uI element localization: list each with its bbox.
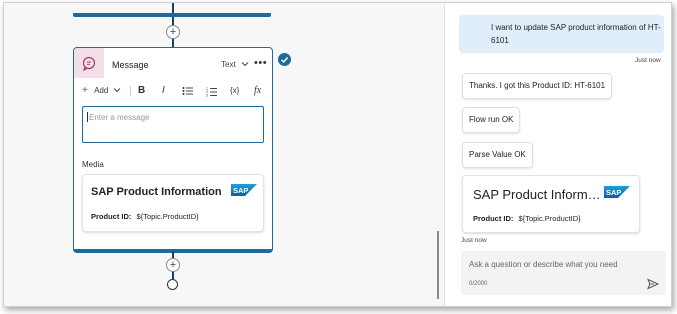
checkmark-icon: [278, 53, 291, 66]
numbered-list-button[interactable]: 1 2 3: [206, 84, 217, 98]
svg-text:3: 3: [206, 94, 208, 98]
insert-formula-button[interactable]: fx: [254, 84, 261, 98]
message-type-dropdown[interactable]: Text: [221, 60, 249, 69]
media-label: Media: [82, 160, 104, 169]
message-node[interactable]: Message Text ••• + Add B I 1 2 3 {x} fx …: [73, 47, 273, 253]
end-node: [167, 279, 178, 290]
message-input[interactable]: Enter a message: [82, 106, 264, 143]
screenshot-frame: + Message Text ••• + Add B I 1 2 3 {x} f…: [3, 2, 672, 307]
message-type-label: Text: [221, 60, 236, 69]
chat-input[interactable]: Ask a question or describe what you need…: [461, 251, 666, 295]
italic-button[interactable]: I: [162, 84, 165, 98]
message-placeholder: Enter a message: [89, 113, 150, 122]
add-node-button-bottom[interactable]: +: [166, 258, 180, 272]
send-icon[interactable]: [647, 278, 659, 290]
toolbar-divider: [130, 86, 131, 96]
svg-text:SAP: SAP: [233, 186, 248, 195]
product-id-label: Product ID:: [473, 214, 514, 223]
text-cursor: [87, 112, 88, 122]
user-message-time: Just now: [635, 57, 661, 64]
product-id-label: Product ID:: [91, 212, 132, 221]
bot-message-3: Parse Value OK: [462, 142, 533, 168]
card-product-field: Product ID: ${Topic.ProductID}: [91, 212, 199, 221]
add-button[interactable]: + Add: [82, 84, 121, 98]
numbered-list-icon: 1 2 3: [206, 87, 217, 98]
bot-message-text: Parse Value OK: [469, 150, 526, 159]
bot-message-time: Just now: [461, 237, 487, 244]
bot-adaptive-card: SAP Product Inform… SAP Product ID: ${To…: [462, 175, 640, 233]
card-product-field: Product ID: ${Topic.ProductID}: [473, 214, 581, 223]
more-options-button[interactable]: •••: [254, 57, 267, 69]
user-message-bubble: I want to update SAP product information…: [459, 15, 664, 53]
card-title: SAP Product Inform…: [473, 187, 601, 202]
test-chat-panel: I want to update SAP product information…: [437, 3, 671, 306]
previous-node-bottom: [73, 13, 271, 17]
chevron-down-icon: [113, 88, 120, 93]
canvas-scrollbar[interactable]: [437, 231, 439, 299]
character-counter: 0/2000: [469, 281, 488, 287]
bot-message-text: Flow run OK: [469, 115, 514, 124]
bot-message-2: Flow run OK: [462, 107, 521, 133]
bullet-list-icon: [182, 87, 193, 95]
message-icon: [82, 56, 96, 72]
chevron-down-icon: [241, 62, 249, 67]
bold-button[interactable]: B: [138, 84, 145, 98]
bot-message-text: Thanks. I got this Product ID: HT-6101: [469, 81, 606, 90]
insert-variable-button[interactable]: {x}: [230, 84, 239, 98]
bot-message-1: Thanks. I got this Product ID: HT-6101: [462, 73, 613, 99]
authoring-canvas: + Message Text ••• + Add B I 1 2 3 {x} f…: [4, 3, 436, 306]
sap-logo: SAP: [604, 186, 630, 198]
bullet-list-button[interactable]: [182, 84, 193, 98]
plus-icon: +: [82, 85, 88, 96]
message-node-icon-area: [74, 48, 104, 78]
add-node-button-top[interactable]: +: [166, 25, 180, 39]
svg-text:SAP: SAP: [606, 188, 621, 197]
sap-logo: SAP: [231, 184, 257, 196]
node-title: Message: [112, 60, 149, 70]
card-title: SAP Product Information: [91, 186, 222, 198]
adaptive-card-preview[interactable]: SAP Product Information SAP Product ID: …: [82, 174, 264, 232]
product-id-value: ${Topic.ProductID}: [136, 212, 199, 221]
editor-toolbar: + Add B I 1 2 3 {x} fx: [82, 84, 267, 98]
user-message-text: I want to update SAP product information…: [491, 23, 661, 45]
chat-input-placeholder: Ask a question or describe what you need: [469, 260, 618, 269]
add-label: Add: [94, 86, 109, 95]
product-id-value: ${Topic.ProductID}: [518, 214, 581, 223]
